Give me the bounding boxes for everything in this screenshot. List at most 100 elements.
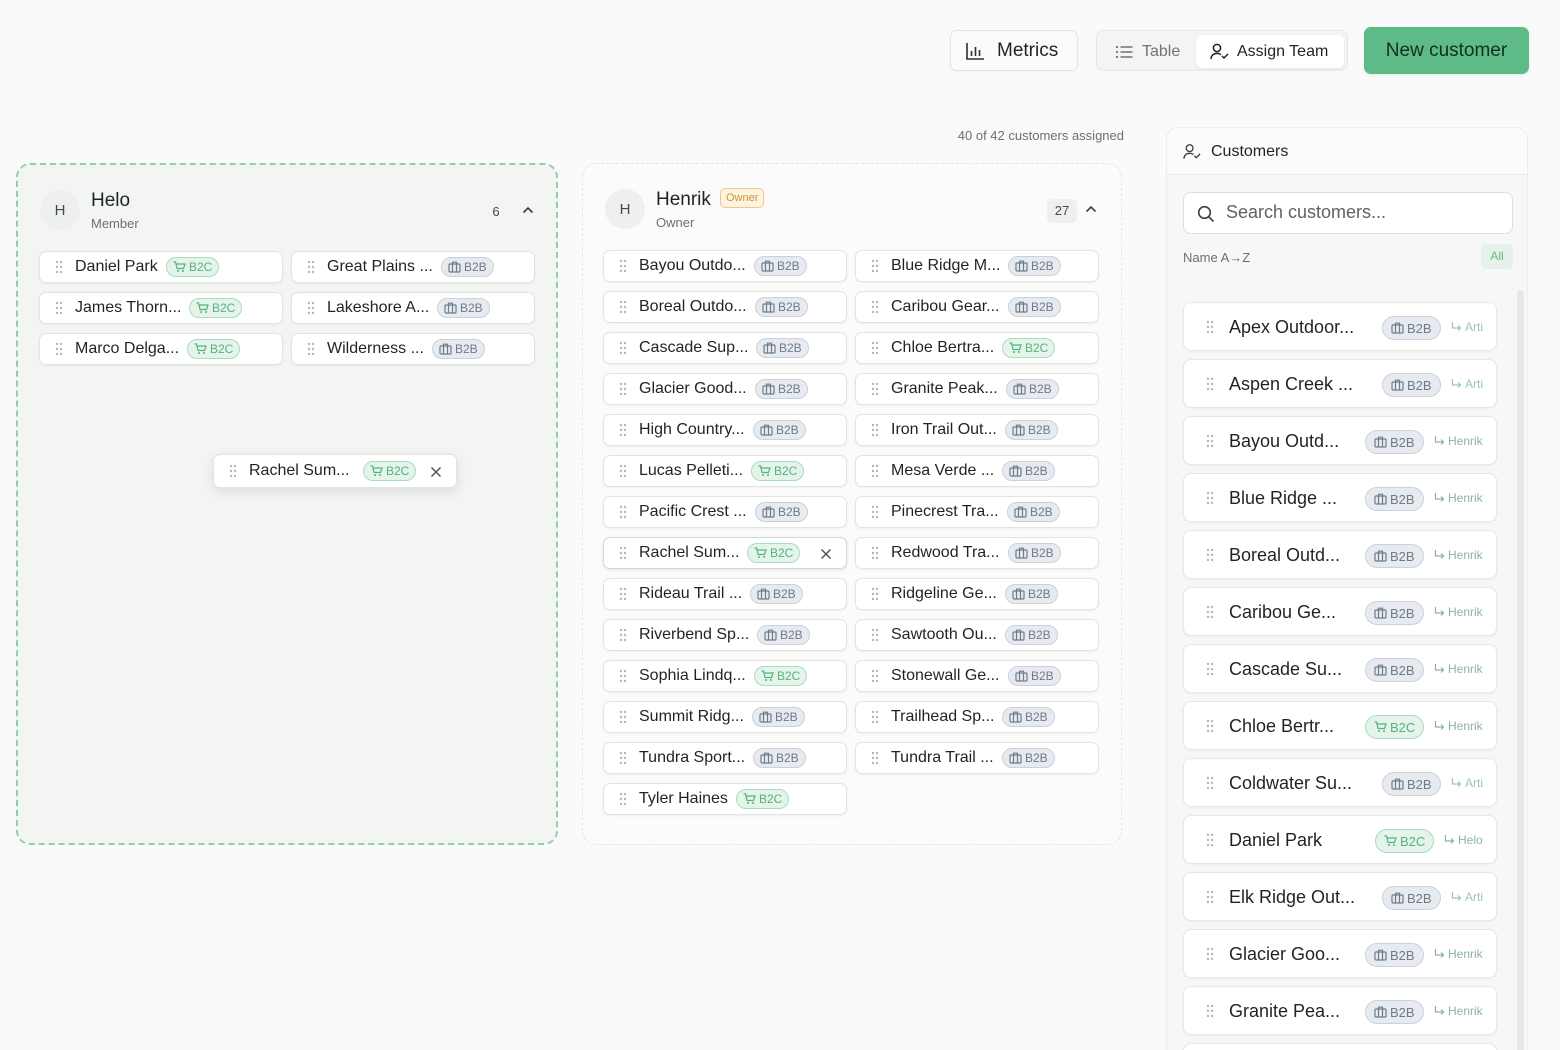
customer-chip[interactable]: Caribou Gear... B2B: [855, 291, 1099, 323]
drag-handle-icon[interactable]: [618, 382, 628, 396]
drag-handle-icon[interactable]: [1205, 548, 1215, 562]
customer-chip[interactable]: Granite Peak... B2B: [855, 373, 1099, 405]
customer-chip[interactable]: Rachel Sum... B2C: [603, 537, 847, 569]
drag-handle-icon[interactable]: [618, 669, 628, 683]
drag-handle-icon[interactable]: [54, 301, 64, 315]
customer-chip[interactable]: Pacific Crest ... B2B: [603, 496, 847, 528]
view-assign-team-button[interactable]: Assign Team: [1196, 35, 1344, 68]
search-input[interactable]: [1226, 193, 1506, 232]
scrollbar[interactable]: [1517, 290, 1524, 1050]
drag-handle-icon[interactable]: [618, 259, 628, 273]
drag-handle-icon[interactable]: [870, 669, 880, 683]
drag-preview-chip[interactable]: Rachel Sum... B2C: [213, 454, 457, 488]
drag-handle-icon[interactable]: [870, 259, 880, 273]
list-item[interactable]: Boreal Outd... B2B Henrik: [1183, 530, 1497, 579]
drag-handle-icon[interactable]: [618, 341, 628, 355]
list-item[interactable]: Bayou Outd... B2B Henrik: [1183, 416, 1497, 465]
drag-handle-icon[interactable]: [618, 546, 628, 560]
list-item[interactable]: Cascade Su... B2B Henrik: [1183, 644, 1497, 693]
customer-chip[interactable]: Wilderness ... B2B: [291, 333, 535, 365]
list-item[interactable]: Hudson Outf...B2BHenrik: [1183, 1043, 1497, 1050]
drag-handle-icon[interactable]: [306, 301, 316, 315]
chevron-up-icon[interactable]: [1083, 201, 1099, 217]
drag-handle-icon[interactable]: [618, 751, 628, 765]
drag-handle-icon[interactable]: [228, 464, 238, 478]
drag-handle-icon[interactable]: [870, 505, 880, 519]
drag-handle-icon[interactable]: [870, 628, 880, 642]
close-icon[interactable]: [430, 466, 442, 478]
drag-handle-icon[interactable]: [870, 464, 880, 478]
customer-chip[interactable]: Daniel Park B2C: [39, 251, 283, 283]
customer-chip[interactable]: Mesa Verde ... B2B: [855, 455, 1099, 487]
drag-handle-icon[interactable]: [1205, 377, 1215, 391]
drag-handle-icon[interactable]: [870, 546, 880, 560]
customer-chip[interactable]: Trailhead Sp... B2B: [855, 701, 1099, 733]
customer-chip[interactable]: Chloe Bertra... B2C: [855, 332, 1099, 364]
team-card-henrik[interactable]: H Henrik Owner Owner 27 Bayou Outdo... B2…: [582, 163, 1122, 845]
customer-chip[interactable]: Great Plains ... B2B: [291, 251, 535, 283]
team-card-helo[interactable]: H Helo Member 6 Daniel Park B2C Great Plai…: [16, 163, 558, 845]
customer-chip[interactable]: Boreal Outdo... B2B: [603, 291, 847, 323]
list-item[interactable]: Apex Outdoor... B2B Arti: [1183, 302, 1497, 351]
drag-handle-icon[interactable]: [870, 423, 880, 437]
drag-handle-icon[interactable]: [870, 710, 880, 724]
new-customer-button[interactable]: New customer: [1364, 27, 1529, 74]
drag-handle-icon[interactable]: [1205, 605, 1215, 619]
customer-chip[interactable]: James Thorn... B2C: [39, 292, 283, 324]
drag-handle-icon[interactable]: [870, 382, 880, 396]
customer-chip[interactable]: Ridgeline Ge... B2B: [855, 578, 1099, 610]
customer-chip[interactable]: Riverbend Sp... B2B: [603, 619, 847, 651]
customer-chip[interactable]: Tyler Haines B2C: [603, 783, 847, 815]
list-item[interactable]: Daniel Park B2C Helo: [1183, 815, 1497, 864]
drag-handle-icon[interactable]: [618, 505, 628, 519]
customer-chip[interactable]: Stonewall Ge... B2B: [855, 660, 1099, 692]
chevron-up-icon[interactable]: [520, 202, 536, 218]
customer-chip[interactable]: Rideau Trail ... B2B: [603, 578, 847, 610]
list-item[interactable]: Elk Ridge Out... B2B Arti: [1183, 872, 1497, 921]
drag-handle-icon[interactable]: [870, 300, 880, 314]
customer-chip[interactable]: Redwood Tra... B2B: [855, 537, 1099, 569]
customer-chip[interactable]: Tundra Sport... B2B: [603, 742, 847, 774]
drag-handle-icon[interactable]: [1205, 1004, 1215, 1018]
drag-handle-icon[interactable]: [1205, 434, 1215, 448]
metrics-button[interactable]: Metrics: [950, 30, 1078, 71]
customer-chip[interactable]: Iron Trail Out... B2B: [855, 414, 1099, 446]
customer-chip[interactable]: Marco Delga... B2C: [39, 333, 283, 365]
customer-chip[interactable]: Lakeshore A... B2B: [291, 292, 535, 324]
list-item[interactable]: Blue Ridge ... B2B Henrik: [1183, 473, 1497, 522]
customer-chip[interactable]: Lucas Pelleti... B2C: [603, 455, 847, 487]
filter-all-button[interactable]: All: [1481, 244, 1513, 269]
customer-chip[interactable]: Cascade Sup... B2B: [603, 332, 847, 364]
customer-chip[interactable]: Tundra Trail ... B2B: [855, 742, 1099, 774]
drag-handle-icon[interactable]: [54, 342, 64, 356]
list-item[interactable]: Coldwater Su... B2B Arti: [1183, 758, 1497, 807]
list-item[interactable]: Caribou Ge... B2B Henrik: [1183, 587, 1497, 636]
drag-handle-icon[interactable]: [54, 260, 64, 274]
drag-handle-icon[interactable]: [1205, 719, 1215, 733]
drag-handle-icon[interactable]: [618, 792, 628, 806]
drag-handle-icon[interactable]: [618, 710, 628, 724]
drag-handle-icon[interactable]: [618, 628, 628, 642]
list-item[interactable]: Aspen Creek ... B2B Arti: [1183, 359, 1497, 408]
drag-handle-icon[interactable]: [618, 464, 628, 478]
customer-chip[interactable]: Glacier Good... B2B: [603, 373, 847, 405]
drag-handle-icon[interactable]: [1205, 662, 1215, 676]
drag-handle-icon[interactable]: [870, 341, 880, 355]
list-item[interactable]: Granite Pea... B2B Henrik: [1183, 986, 1497, 1035]
customer-chip[interactable]: High Country... B2B: [603, 414, 847, 446]
drag-handle-icon[interactable]: [618, 587, 628, 601]
close-icon[interactable]: [820, 548, 832, 560]
drag-handle-icon[interactable]: [618, 423, 628, 437]
drag-handle-icon[interactable]: [870, 751, 880, 765]
drag-handle-icon[interactable]: [306, 260, 316, 274]
customer-chip[interactable]: Sawtooth Ou... B2B: [855, 619, 1099, 651]
customer-chip[interactable]: Bayou Outdo... B2B: [603, 250, 847, 282]
drag-handle-icon[interactable]: [1205, 947, 1215, 961]
drag-handle-icon[interactable]: [306, 342, 316, 356]
drag-handle-icon[interactable]: [870, 587, 880, 601]
drag-handle-icon[interactable]: [1205, 776, 1215, 790]
list-item[interactable]: Glacier Goo... B2B Henrik: [1183, 929, 1497, 978]
drag-handle-icon[interactable]: [1205, 833, 1215, 847]
customer-chip[interactable]: Pinecrest Tra... B2B: [855, 496, 1099, 528]
drag-handle-icon[interactable]: [1205, 320, 1215, 334]
